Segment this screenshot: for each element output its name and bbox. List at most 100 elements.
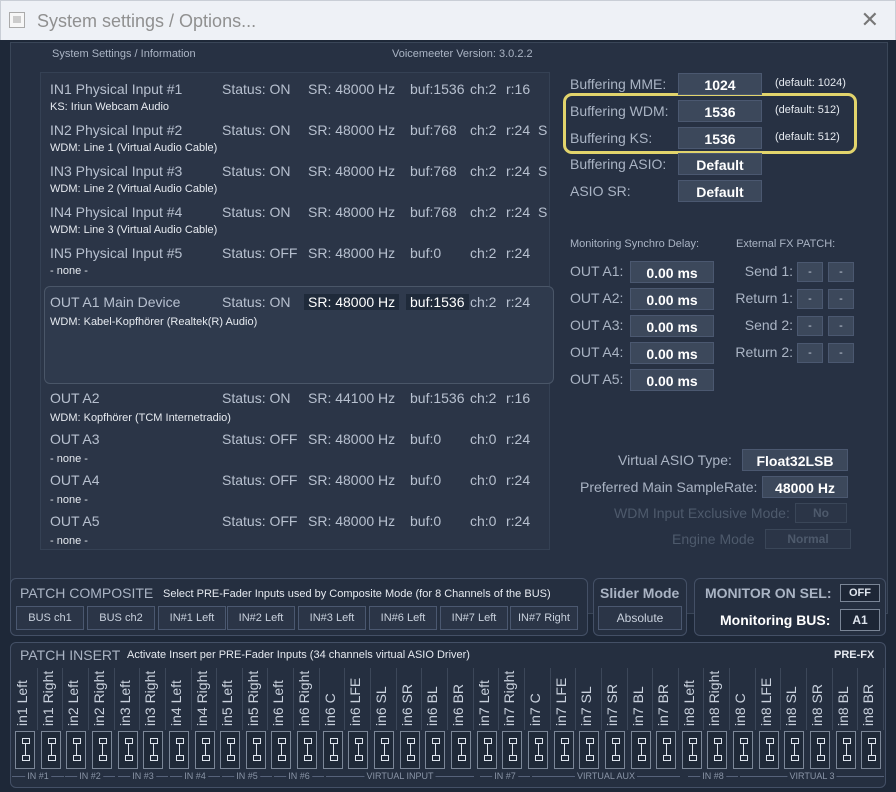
- insert-switch[interactable]: [322, 731, 343, 769]
- patch-composite-button[interactable]: IN#1 Left: [158, 606, 226, 630]
- insert-switch[interactable]: [15, 731, 35, 769]
- output-name: OUT A1 Main Device: [50, 294, 181, 310]
- patch-composite-button[interactable]: IN#2 Left: [227, 606, 295, 630]
- output-device: - none -: [50, 494, 88, 506]
- insert-channel-column: in6 C: [320, 668, 346, 730]
- patch-composite-button[interactable]: IN#7 Left: [440, 606, 508, 630]
- input-status: Status: OFF: [222, 245, 298, 261]
- insert-switch[interactable]: [117, 731, 138, 769]
- insert-switch[interactable]: [220, 731, 241, 769]
- insert-switch[interactable]: [810, 731, 831, 769]
- insert-switch[interactable]: [681, 731, 702, 769]
- group-label: IN #8: [700, 771, 726, 781]
- insert-switch[interactable]: [91, 731, 112, 769]
- insert-switch[interactable]: [604, 731, 625, 769]
- fxpatch-title: External FX PATCH:: [736, 238, 836, 250]
- fx-patch-right-button[interactable]: -: [828, 289, 854, 309]
- input-status: Status: ON: [222, 163, 291, 179]
- monitoring-bus-button[interactable]: A1: [840, 609, 880, 631]
- insert-switch[interactable]: [297, 731, 318, 769]
- input-name: IN1 Physical Input #1: [50, 81, 183, 97]
- fx-patch-left-button[interactable]: -: [797, 316, 823, 336]
- insert-switch[interactable]: [143, 731, 164, 769]
- fx-patch-right-button[interactable]: -: [828, 316, 854, 336]
- insert-switch[interactable]: [784, 731, 805, 769]
- insert-switch[interactable]: [374, 731, 395, 769]
- insert-switch[interactable]: [348, 731, 369, 769]
- insert-switch[interactable]: [630, 731, 651, 769]
- insert-switch[interactable]: [527, 731, 548, 769]
- patch-composite-button[interactable]: BUS ch2: [87, 606, 155, 630]
- monitor-delay-value[interactable]: 0.00 ms: [630, 288, 714, 310]
- insert-channel-label: in8 BR: [860, 683, 877, 726]
- insert-switch[interactable]: [194, 731, 215, 769]
- fx-patch-right-button[interactable]: -: [828, 343, 854, 363]
- monitor-delay-value[interactable]: 0.00 ms: [630, 315, 714, 337]
- insert-switch[interactable]: [758, 731, 779, 769]
- input-extra: S: [538, 204, 548, 220]
- input-extra: S: [538, 163, 548, 179]
- insert-channel-column: in5 Left: [217, 668, 243, 730]
- buffering-value[interactable]: 1536: [678, 127, 762, 149]
- output-device: WDM: Kabel-Kopfhörer (Realtek(R) Audio): [50, 316, 258, 328]
- asio-type-value[interactable]: Float32LSB: [742, 449, 848, 471]
- insert-switch[interactable]: [271, 731, 292, 769]
- insert-switch[interactable]: [168, 731, 189, 769]
- buffering-value[interactable]: 1536: [678, 100, 762, 122]
- insert-switch[interactable]: [835, 731, 856, 769]
- slider-mode-title: Slider Mode: [600, 585, 680, 601]
- input-device: WDM: Line 3 (Virtual Audio Cable): [50, 224, 218, 236]
- monitor-delay-label: OUT A1:: [570, 263, 624, 279]
- insert-switch[interactable]: [399, 731, 420, 769]
- insert-channel-label: in4 Left: [167, 680, 184, 726]
- monitor-delay-value[interactable]: 0.00 ms: [630, 261, 714, 283]
- insert-channel-label: in7 BR: [655, 683, 672, 726]
- patch-composite-button[interactable]: IN#7 Right: [510, 606, 578, 630]
- insert-switch[interactable]: [707, 731, 728, 769]
- patch-composite-button[interactable]: BUS ch1: [16, 606, 84, 630]
- patch-composite-button[interactable]: IN#6 Left: [369, 606, 437, 630]
- buffering-label: Buffering WDM:: [570, 103, 669, 119]
- buffering-value[interactable]: 1024: [678, 73, 762, 95]
- slider-mode-button[interactable]: Absolute: [598, 606, 682, 630]
- insert-switch[interactable]: [733, 731, 754, 769]
- insert-switch[interactable]: [502, 731, 523, 769]
- insert-switch[interactable]: [579, 731, 600, 769]
- insert-switch[interactable]: [40, 731, 61, 769]
- close-icon[interactable]: ✕: [861, 7, 879, 33]
- insert-switch[interactable]: [451, 731, 471, 769]
- samplerate-value[interactable]: 48000 Hz: [762, 476, 848, 498]
- wdm-exclusive-label: WDM Input Exclusive Mode:: [614, 505, 790, 521]
- insert-switch[interactable]: [553, 731, 574, 769]
- patch-insert-desc: Activate Insert per PRE-Fader Inputs (34…: [127, 649, 470, 661]
- output-device: WDM: Kopfhörer (TCM Internetradio): [50, 412, 231, 424]
- buffering-label: ASIO SR:: [570, 183, 631, 199]
- fx-patch-left-button[interactable]: -: [797, 289, 823, 309]
- insert-switch[interactable]: [245, 731, 266, 769]
- insert-switch[interactable]: [425, 731, 446, 769]
- output-sr: SR: 48000 Hz: [308, 472, 396, 488]
- group-label: IN #4: [182, 771, 208, 781]
- insert-channel-label: in7 C: [526, 693, 543, 726]
- buffering-value[interactable]: Default: [678, 180, 762, 202]
- group-label: VIRTUAL AUX: [574, 771, 638, 781]
- group-label: IN #6: [286, 771, 312, 781]
- buffering-label: Buffering ASIO:: [570, 156, 667, 172]
- monitor-delay-value[interactable]: 0.00 ms: [630, 342, 714, 364]
- fx-patch-right-button[interactable]: -: [828, 262, 854, 282]
- fx-patch-left-button[interactable]: -: [797, 262, 823, 282]
- insert-switch[interactable]: [861, 731, 882, 769]
- monitor-delay-value[interactable]: 0.00 ms: [630, 369, 714, 391]
- monitor-on-sel-toggle[interactable]: OFF: [840, 584, 880, 602]
- patch-composite-button[interactable]: IN#3 Left: [298, 606, 366, 630]
- window-title: System settings / Options...: [37, 11, 257, 31]
- buffering-default: (default: 1024): [775, 77, 846, 89]
- group-label: IN #1: [25, 771, 51, 781]
- insert-switch[interactable]: [656, 731, 677, 769]
- buffering-value[interactable]: Default: [678, 153, 762, 175]
- insert-switch[interactable]: [476, 731, 497, 769]
- patch-insert-mode[interactable]: PRE-FX: [834, 649, 874, 661]
- fx-patch-left-button[interactable]: -: [797, 343, 823, 363]
- insert-switch[interactable]: [66, 731, 87, 769]
- insert-channel-column: in8 BL: [833, 668, 859, 730]
